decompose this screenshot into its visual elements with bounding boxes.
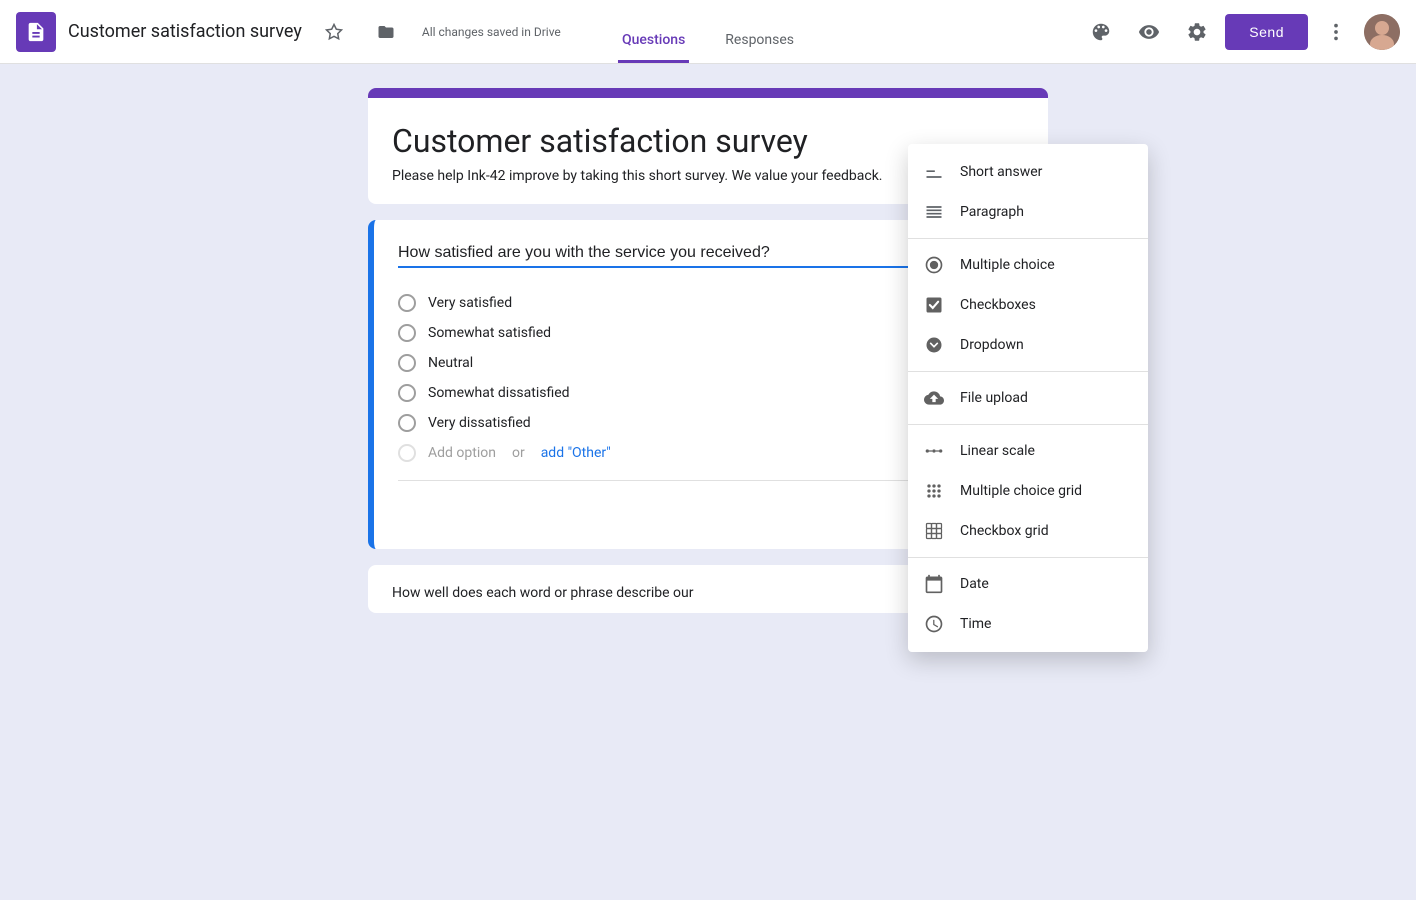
document-title: Customer satisfaction survey	[68, 21, 302, 42]
menu-item-short-answer[interactable]: Short answer	[908, 152, 1148, 192]
menu-divider-2	[908, 371, 1148, 372]
more-options-button[interactable]	[1316, 12, 1356, 52]
menu-item-linear-scale[interactable]: Linear scale	[908, 431, 1148, 471]
menu-item-multiple-choice-grid[interactable]: Multiple choice grid	[908, 471, 1148, 511]
menu-label-linear-scale: Linear scale	[960, 443, 1035, 459]
menu-divider-4	[908, 557, 1148, 558]
radio-circle-5	[398, 414, 416, 432]
app-header: Customer satisfaction survey All changes…	[0, 0, 1416, 64]
checkboxes-icon	[924, 295, 944, 315]
radio-circle-2	[398, 324, 416, 342]
option-label-2: Somewhat satisfied	[428, 325, 551, 341]
menu-label-multiple-choice: Multiple choice	[960, 257, 1055, 273]
app-icon	[16, 12, 56, 52]
checkbox-grid-icon	[924, 521, 944, 541]
header-left: Customer satisfaction survey All changes…	[16, 12, 1081, 52]
tab-responses[interactable]: Responses	[721, 24, 798, 63]
menu-label-date: Date	[960, 576, 989, 592]
option-label-1: Very satisfied	[428, 295, 512, 311]
menu-label-paragraph: Paragraph	[960, 204, 1024, 220]
menu-item-multiple-choice[interactable]: Multiple choice	[908, 245, 1148, 285]
multiple-choice-icon	[924, 255, 944, 275]
main-content: Customer satisfaction survey Please help…	[0, 64, 1416, 900]
menu-item-file-upload[interactable]: File upload	[908, 378, 1148, 418]
preview-button[interactable]	[1129, 12, 1169, 52]
folder-button[interactable]	[366, 12, 406, 52]
linear-scale-icon	[924, 441, 944, 461]
header-right: Send	[1081, 12, 1400, 52]
menu-item-dropdown[interactable]: Dropdown	[908, 325, 1148, 365]
header-tabs: Questions Responses	[618, 0, 798, 63]
dropdown-icon	[924, 335, 944, 355]
option-label-5: Very dissatisfied	[428, 415, 531, 431]
menu-label-checkbox-grid: Checkbox grid	[960, 523, 1049, 539]
menu-label-dropdown: Dropdown	[960, 337, 1024, 353]
menu-divider-1	[908, 238, 1148, 239]
paragraph-icon	[924, 202, 944, 222]
question-type-dropdown: Short answer Paragraph Multiple choice	[908, 144, 1148, 652]
menu-item-time[interactable]: Time	[908, 604, 1148, 644]
menu-divider-3	[908, 424, 1148, 425]
menu-label-short-answer: Short answer	[960, 164, 1042, 180]
add-other-link[interactable]: add "Other"	[541, 445, 611, 461]
add-option-label[interactable]: Add option	[428, 445, 496, 461]
settings-button[interactable]	[1177, 12, 1217, 52]
menu-label-multiple-choice-grid: Multiple choice grid	[960, 483, 1082, 499]
short-answer-icon	[924, 162, 944, 182]
tab-questions[interactable]: Questions	[618, 24, 689, 63]
save-status: All changes saved in Drive	[422, 25, 561, 39]
menu-item-checkboxes[interactable]: Checkboxes	[908, 285, 1148, 325]
add-or-label: or	[512, 445, 525, 461]
option-label-4: Somewhat dissatisfied	[428, 385, 570, 401]
radio-circle-4	[398, 384, 416, 402]
palette-button[interactable]	[1081, 12, 1121, 52]
menu-item-date[interactable]: Date	[908, 564, 1148, 604]
time-icon	[924, 614, 944, 634]
add-radio-circle	[398, 444, 416, 462]
menu-label-checkboxes: Checkboxes	[960, 297, 1036, 313]
menu-label-time: Time	[960, 616, 991, 632]
date-icon	[924, 574, 944, 594]
file-upload-icon	[924, 388, 944, 408]
radio-circle-3	[398, 354, 416, 372]
star-button[interactable]	[314, 12, 354, 52]
option-label-3: Neutral	[428, 355, 473, 371]
menu-item-paragraph[interactable]: Paragraph	[908, 192, 1148, 232]
send-button[interactable]: Send	[1225, 14, 1308, 50]
radio-circle-1	[398, 294, 416, 312]
menu-item-checkbox-grid[interactable]: Checkbox grid	[908, 511, 1148, 551]
menu-label-file-upload: File upload	[960, 390, 1028, 406]
multiple-choice-grid-icon	[924, 481, 944, 501]
avatar[interactable]	[1364, 14, 1400, 50]
